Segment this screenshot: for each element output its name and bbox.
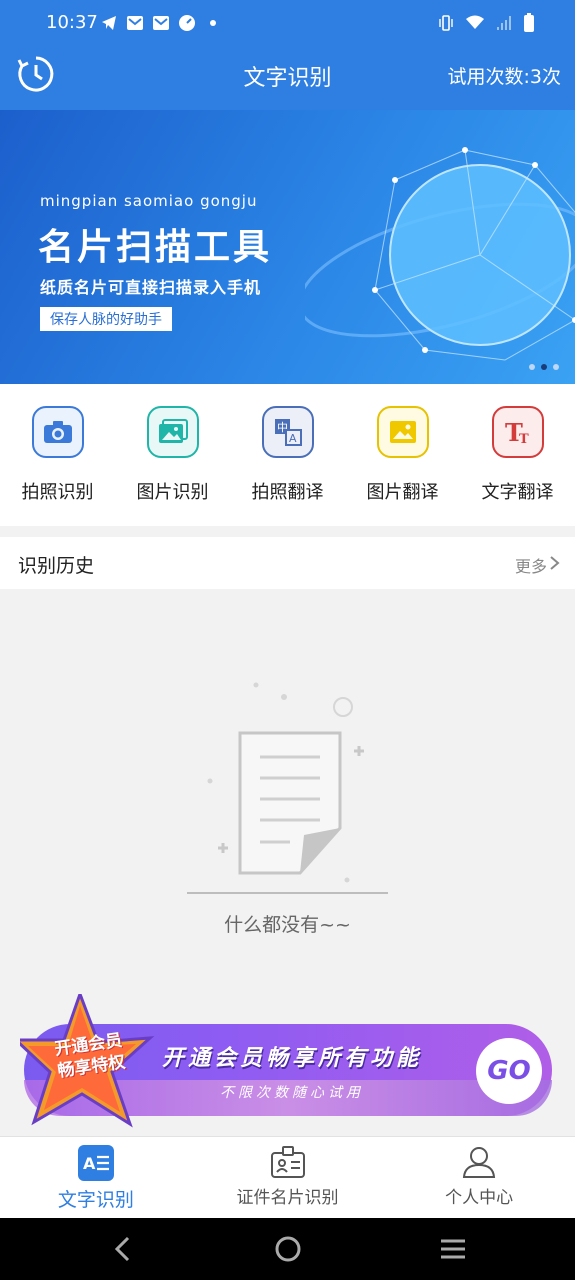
func-photo-recognition[interactable]: 拍照识别 (0, 384, 115, 526)
history-section-header: 识别历史 更多 (0, 537, 575, 589)
nav-label: 文字识别 (57, 1189, 134, 1211)
history-more-link[interactable]: 更多 (515, 553, 547, 577)
carousel-dot (529, 364, 535, 370)
empty-document-illustration (187, 682, 388, 894)
func-label: 图片翻译 (366, 482, 439, 503)
vip-promo-banner[interactable]: 开通会员 畅享特权 开通会员畅享所有功能 不限次数随心试用 GO (20, 994, 552, 1128)
banner-pinyin: mingpian saomiao gongju (40, 192, 258, 210)
nav-id-card-recognition[interactable]: 证件名片识别 (192, 1137, 384, 1218)
battery-icon (524, 13, 534, 32)
recents-menu-icon[interactable] (438, 1234, 468, 1264)
wifi-icon (466, 15, 484, 29)
carousel-dot-active (541, 364, 547, 370)
nav-label: 证件名片识别 (236, 1188, 339, 1208)
promo-title: 开通会员畅享所有功能 (162, 1046, 423, 1071)
translate-icon: 中A (261, 406, 314, 458)
func-photo-translate[interactable]: 中A 拍照翻译 (230, 384, 345, 526)
func-label: 拍照识别 (21, 482, 94, 503)
promo-subtitle: 不限次数随心试用 (220, 1085, 364, 1101)
speed-icon (179, 15, 195, 31)
chevron-right-icon[interactable] (549, 555, 561, 571)
system-icons (437, 13, 535, 33)
nav-personal-center[interactable]: 个人中心 (383, 1137, 575, 1218)
banner-title: 名片扫描工具 (38, 227, 273, 268)
carousel-dots (529, 364, 559, 370)
carousel-dot (553, 364, 559, 370)
mail-icon (127, 16, 143, 30)
func-image-recognition[interactable]: 图片识别 (115, 384, 230, 526)
func-text-translate[interactable]: TT 文字翻译 (460, 384, 575, 526)
function-grid: 拍照识别 图片识别 中A 拍照翻译 图片翻译 TT 文字翻译 (0, 384, 575, 526)
empty-state-text: 什么都没有~~ (224, 914, 351, 936)
func-label: 文字翻译 (481, 482, 554, 503)
vibrate-icon (439, 15, 453, 31)
func-label: 拍照翻译 (251, 482, 324, 503)
promo-go-button[interactable]: GO (476, 1038, 542, 1104)
svg-text:A: A (289, 432, 297, 445)
telegram-icon (102, 16, 116, 30)
text-translate-icon: TT (491, 406, 544, 458)
top-bar: 10:37 文字识别 试用次数:3次 (0, 0, 575, 110)
nav-text-recognition[interactable]: A 文字识别 (0, 1137, 192, 1218)
func-image-translate[interactable]: 图片翻译 (345, 384, 460, 526)
globe-illustration (305, 147, 575, 361)
func-label: 图片识别 (136, 482, 209, 503)
banner-carousel[interactable]: mingpian saomiao gongju 名片扫描工具 纸质名片可直接扫描… (0, 110, 575, 384)
svg-text:T: T (519, 432, 529, 447)
status-time: 10:37 (46, 12, 98, 33)
bottom-navigation: A 文字识别 证件名片识别 个人中心 (0, 1136, 575, 1218)
picture-translate-icon (376, 406, 429, 458)
promo-badge-text: 开通会员 畅享特权 (53, 1029, 126, 1082)
system-navigation-bar (0, 1218, 575, 1280)
notification-icons (100, 14, 222, 32)
trial-count: 试用次数:3次 (447, 66, 562, 88)
svg-text:A: A (83, 1154, 96, 1173)
camera-icon (31, 406, 84, 458)
nav-label: 个人中心 (445, 1188, 514, 1208)
user-icon (463, 1147, 496, 1178)
id-card-icon (270, 1146, 305, 1178)
home-icon[interactable] (273, 1234, 303, 1264)
dot-icon (210, 20, 216, 26)
status-bar: 10:37 (0, 0, 575, 48)
history-title: 识别历史 (18, 555, 95, 577)
banner-tag: 保存人脉的好助手 (40, 307, 172, 331)
back-icon[interactable] (110, 1234, 134, 1264)
mail-icon (153, 16, 169, 30)
image-icon (146, 406, 199, 458)
signal-icon (497, 16, 511, 30)
app-header: 文字识别 试用次数:3次 (0, 48, 575, 110)
banner-subtitle: 纸质名片可直接扫描录入手机 (40, 278, 262, 297)
text-recognition-icon: A (77, 1145, 114, 1181)
